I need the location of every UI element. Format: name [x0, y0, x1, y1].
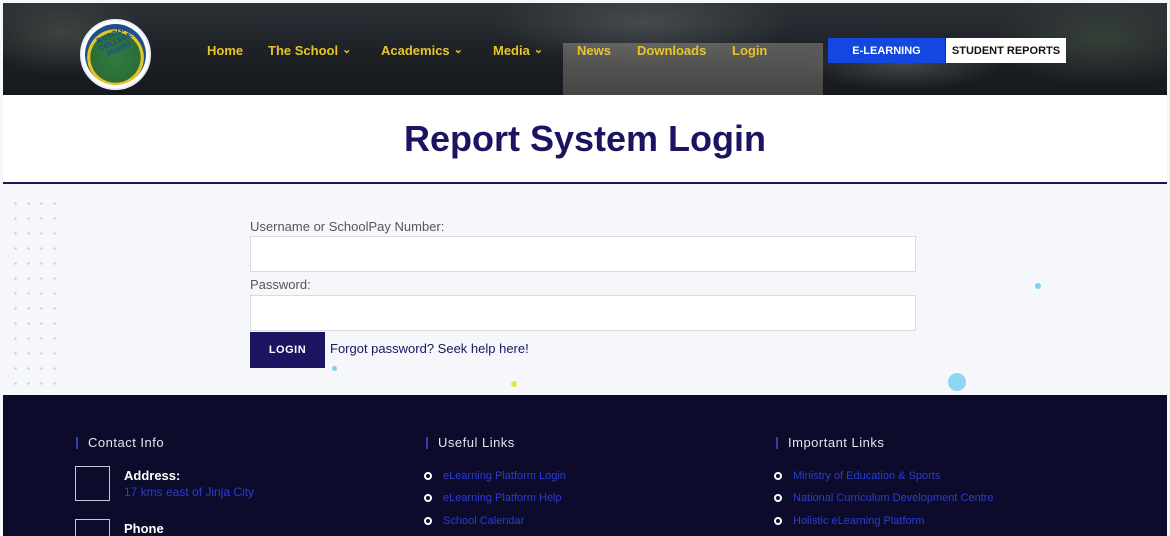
forgot-password-link[interactable]: Forgot password? Seek help here!	[330, 341, 529, 356]
circle-bullet-icon	[774, 494, 782, 502]
login-form-section: Username or SchoolPay Number: Password: …	[3, 186, 1167, 395]
chevron-down-icon: ⌄	[453, 44, 463, 56]
address-icon	[75, 466, 110, 501]
nav-news[interactable]: News	[577, 43, 611, 58]
student-reports-button[interactable]: STUDENT REPORTS	[946, 38, 1066, 63]
password-input[interactable]	[250, 295, 916, 331]
useful-link[interactable]: eLearning Platform Help	[424, 492, 562, 504]
important-link[interactable]: Holistic eLearning Platform	[774, 515, 924, 527]
school-logo[interactable]: BUSOGA COLLEGE MWIRI	[80, 19, 151, 90]
nav-academics[interactable]: Academics ⌄	[381, 43, 463, 58]
site-footer: Contact Info Address: 17 kms east of Jin…	[3, 395, 1167, 536]
useful-link[interactable]: eLearning Platform Login	[424, 470, 566, 482]
important-links-heading: Important Links	[776, 435, 884, 450]
username-input[interactable]	[250, 236, 916, 272]
page-title: Report System Login	[403, 117, 767, 159]
nav-news-label: News	[577, 43, 611, 58]
decorative-bubble	[1035, 283, 1041, 289]
phone-title: Phone	[124, 521, 164, 536]
decorative-dot-grid	[9, 196, 59, 386]
username-label: Username or SchoolPay Number:	[250, 219, 445, 234]
site-header: BUSOGA COLLEGE MWIRI Home The School ⌄ A…	[3, 3, 1167, 95]
useful-link[interactable]: School Calendar	[424, 515, 524, 527]
logo-text: BUSOGA COLLEGE MWIRI	[95, 24, 134, 59]
nav-the-school[interactable]: The School ⌄	[268, 43, 351, 58]
useful-links-heading: Useful Links	[426, 435, 515, 450]
important-link[interactable]: Ministry of Education & Sports	[774, 470, 940, 482]
circle-bullet-icon	[424, 472, 432, 480]
circle-bullet-icon	[424, 494, 432, 502]
circle-bullet-icon	[774, 517, 782, 525]
decorative-bubble	[511, 381, 517, 387]
nav-academics-label: Academics	[381, 43, 450, 58]
important-link-label: Ministry of Education & Sports	[793, 470, 941, 482]
important-link[interactable]: National Curriculum Development Centre	[774, 492, 994, 504]
nav-home[interactable]: Home	[207, 43, 243, 58]
title-band: Report System Login	[3, 95, 1167, 184]
decorative-bubble	[948, 373, 966, 391]
useful-link-label: eLearning Platform Help	[443, 492, 562, 504]
nav-downloads[interactable]: Downloads	[637, 43, 706, 58]
nav-the-school-label: The School	[268, 43, 339, 58]
important-link-label: National Curriculum Development Centre	[793, 492, 994, 504]
useful-link-label: School Calendar	[443, 515, 525, 527]
phone-icon	[75, 519, 110, 536]
decorative-bubble	[332, 366, 337, 371]
login-button[interactable]: LOGIN	[250, 332, 325, 368]
nav-media[interactable]: Media ⌄	[493, 43, 543, 58]
useful-link-label: eLearning Platform Login	[443, 470, 566, 482]
nav-media-label: Media	[493, 43, 530, 58]
nav-login-label: Login	[732, 43, 768, 58]
contact-info-heading: Contact Info	[76, 435, 164, 450]
password-label: Password:	[250, 277, 311, 292]
address-value: 17 kms east of Jinja City	[124, 485, 255, 499]
elearning-button[interactable]: E-LEARNING	[828, 38, 945, 63]
important-link-label: Holistic eLearning Platform	[793, 515, 925, 527]
nav-home-label: Home	[207, 43, 244, 58]
address-title: Address:	[124, 468, 181, 483]
nav-downloads-label: Downloads	[637, 43, 707, 58]
logo-crest-icon: BUSOGA COLLEGE MWIRI	[85, 24, 146, 85]
circle-bullet-icon	[424, 517, 432, 525]
circle-bullet-icon	[774, 472, 782, 480]
nav-login[interactable]: Login	[732, 43, 767, 58]
chevron-down-icon: ⌄	[533, 44, 544, 56]
chevron-down-icon: ⌄	[342, 44, 352, 56]
